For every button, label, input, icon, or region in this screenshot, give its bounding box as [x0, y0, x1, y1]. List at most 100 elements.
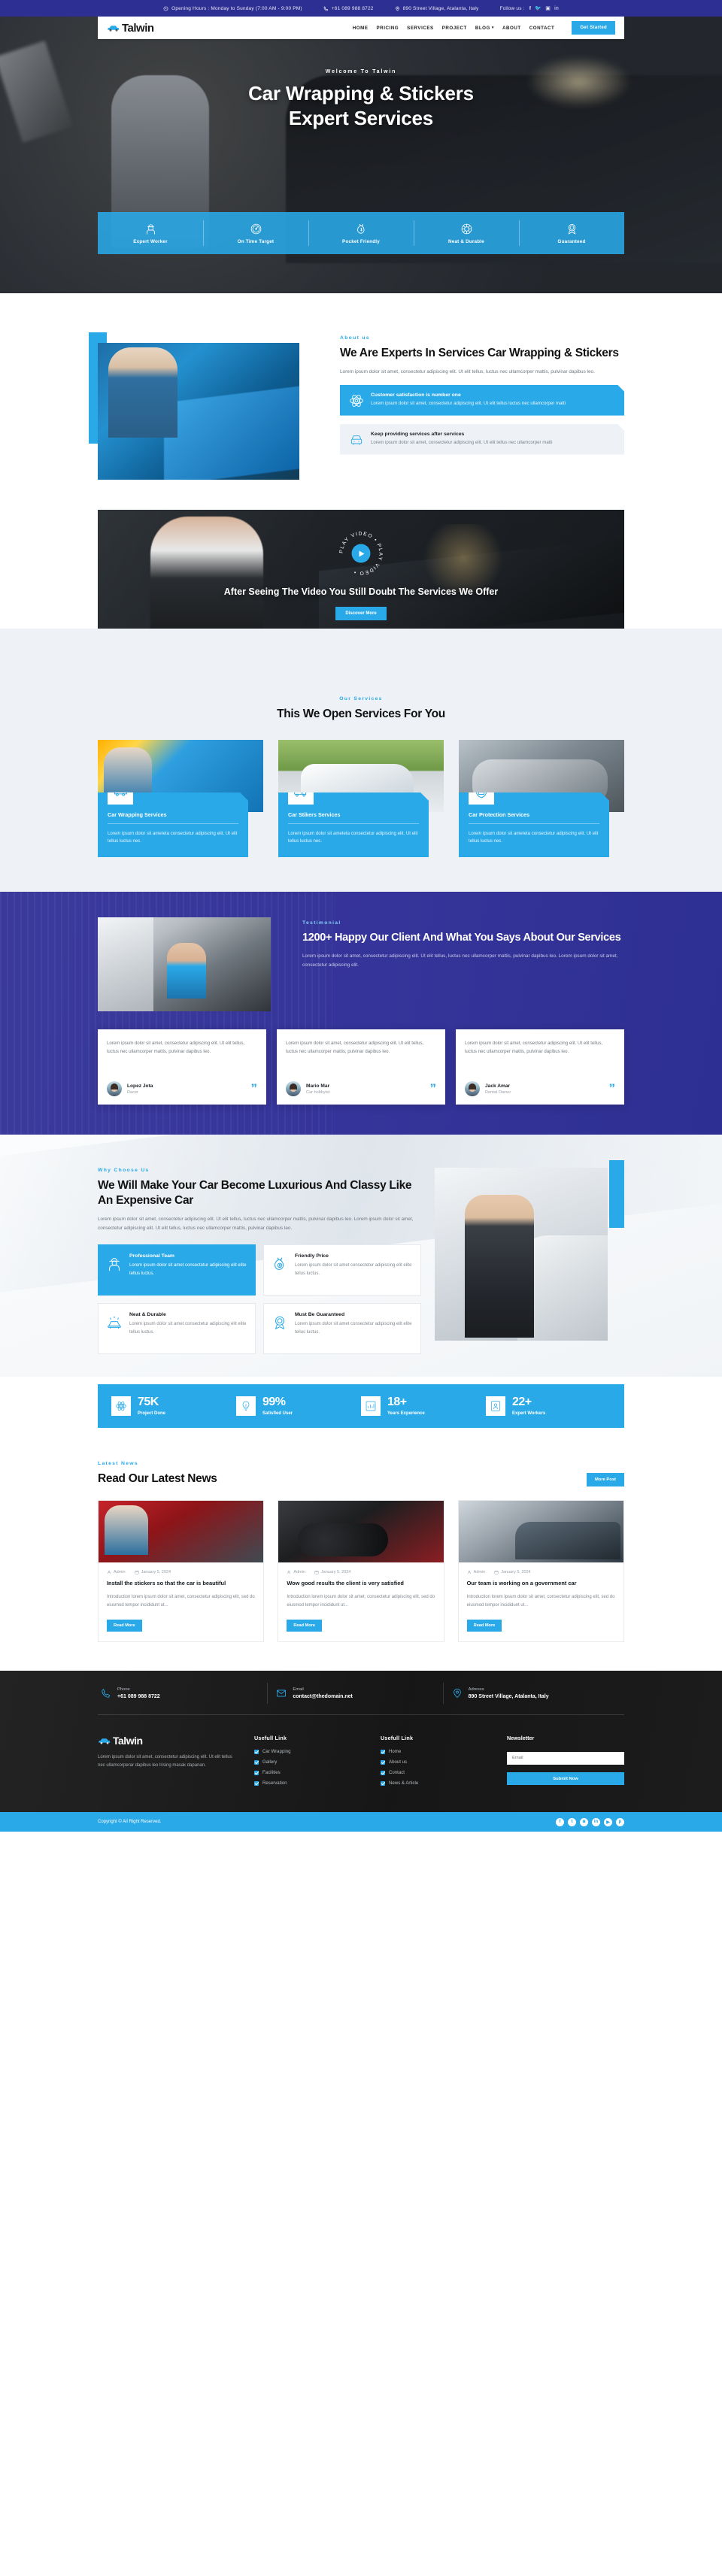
twitter-icon[interactable]: 🐦	[535, 6, 542, 11]
discover-more-button[interactable]: Discover More	[335, 607, 387, 621]
check-icon	[254, 1770, 259, 1775]
user-icon	[467, 1571, 471, 1574]
footer-link[interactable]: Car Wrapping	[254, 1749, 367, 1754]
nav-item-home[interactable]: HOME	[353, 26, 369, 31]
newsletter-submit-button[interactable]: Submit Now	[507, 1772, 624, 1786]
news-date-text: January 5, 2024	[320, 1570, 351, 1575]
about-photo-worker	[108, 347, 177, 438]
badge-icon	[275, 1317, 285, 1330]
phone-icon	[323, 5, 329, 11]
get-started-button[interactable]: Get Started	[572, 21, 615, 35]
service-card-stickers[interactable]: Car Stikers Services Lorem ipsum dolor s…	[278, 739, 444, 857]
check-icon	[381, 1770, 385, 1775]
news-card[interactable]: Admin January 5, 2024 Wow good results t…	[278, 1500, 444, 1643]
footer-logo[interactable]: Talwin	[98, 1735, 241, 1747]
about-title: We Are Experts In Services Car Wrapping …	[340, 347, 619, 359]
linkedin-icon[interactable]: in	[554, 6, 559, 11]
footer-link[interactable]: Reservation	[254, 1780, 367, 1786]
video-play-ring[interactable]: PLAY VIDEO • PLAY VIDEO •	[337, 529, 385, 577]
service-card-wrapping[interactable]: Car Wrapping Services Lorem ipsum dolor …	[98, 739, 263, 857]
why-card-friendly-price[interactable]: Friendly Price Lorem ipsum dolor sit ame…	[263, 1244, 421, 1296]
feature-pocket-friendly[interactable]: Pocket Friendly	[308, 212, 414, 254]
twitter-icon[interactable]: t	[568, 1817, 576, 1826]
footer-phone[interactable]: Phone +61 089 988 8722	[98, 1687, 273, 1699]
footer-link[interactable]: Gallery	[254, 1759, 367, 1765]
worker-badge-icon	[486, 1396, 505, 1417]
check-icon	[254, 1759, 259, 1765]
footer-link[interactable]: News & Article	[381, 1780, 493, 1786]
nav-item-pricing[interactable]: PRICING	[377, 26, 399, 31]
avatar	[107, 1081, 122, 1097]
footer-brand-col: Talwin Lorem ipsum dolor sit amet, conse…	[98, 1735, 241, 1791]
counter-value: 99%	[262, 1396, 286, 1409]
counter-years-experience: 18+ Years Experience	[361, 1396, 486, 1417]
feature-neat-durable[interactable]: Neat & Durable	[414, 212, 519, 254]
nav-label: PROJECT	[441, 25, 467, 31]
footer-contact-row: Phone +61 089 988 8722 Email contact@the…	[98, 1671, 624, 1716]
footer-link[interactable]: Facilities	[254, 1770, 367, 1775]
nav-item-project[interactable]: PROJECT	[442, 26, 467, 31]
feature-guaranteed[interactable]: Guaranteed	[519, 212, 624, 254]
topbar-follow: Follow us : 𝐟 🐦 ▣ in	[499, 6, 558, 11]
linkedin-icon[interactable]: in	[592, 1817, 600, 1826]
feature-on-time-target[interactable]: On Time Target	[203, 212, 308, 254]
pinterest-icon[interactable]: p	[616, 1817, 624, 1826]
news-card[interactable]: Admin January 5, 2024 Install the sticke…	[98, 1500, 265, 1643]
more-post-button[interactable]: More Post	[586, 1473, 624, 1487]
instagram-icon[interactable]: ◙	[580, 1817, 588, 1826]
why-card-title: Professional Team	[129, 1253, 174, 1259]
about-card-services[interactable]: Keep providing services after services L…	[340, 424, 624, 455]
why-card-title: Friendly Price	[295, 1253, 329, 1259]
news-meta: Admin January 5, 2024	[107, 1570, 255, 1574]
read-more-button[interactable]: Read More	[107, 1620, 142, 1632]
why-paragraph: Lorem ipsum dolor sit amet, consectetur …	[98, 1216, 414, 1231]
main-menu: HOME PRICING SERVICES PROJECT BLOG ▾ ABOU…	[353, 21, 615, 35]
nav-item-services[interactable]: SERVICES	[407, 26, 434, 31]
service-desc: Lorem ipsum dolor sit ameteta consectetu…	[108, 830, 238, 844]
newsletter-email-input[interactable]	[507, 1751, 624, 1765]
opening-hours-text: Opening Hours : Monday to Sunday (7:00 A…	[171, 5, 302, 11]
youtube-icon[interactable]: ▶	[604, 1817, 612, 1826]
footer-contact-value: +61 089 988 8722	[117, 1694, 160, 1700]
about-card-satisfaction[interactable]: Customer satisfaction is number one Lore…	[340, 385, 624, 416]
service-body: Car Stikers Services Lorem ipsum dolor s…	[278, 792, 429, 857]
hero-section: Talwin HOME PRICING SERVICES PROJECT BLO…	[0, 17, 722, 293]
mail-icon	[277, 1690, 287, 1697]
facebook-icon[interactable]: 𝐟	[529, 6, 532, 11]
logo-text: Talwin	[122, 21, 154, 35]
testimonial-role: Car hobbyist	[306, 1089, 330, 1095]
service-card-protection[interactable]: Car Protection Services Lorem ipsum dolo…	[459, 739, 624, 857]
counter-label: Years Experience	[387, 1411, 425, 1417]
read-more-button[interactable]: Read More	[466, 1620, 502, 1632]
why-card-guaranteed[interactable]: Must Be Guaranteed Lorem ipsum dolor sit…	[263, 1303, 421, 1355]
footer-link[interactable]: About us	[381, 1759, 493, 1765]
about-image-col	[89, 332, 323, 480]
site-logo[interactable]: Talwin	[107, 22, 154, 35]
footer-link[interactable]: Contact	[381, 1770, 493, 1775]
why-card-neat-durable[interactable]: Neat & Durable Lorem ipsum dolor sit ame…	[98, 1303, 256, 1355]
read-more-button[interactable]: Read More	[287, 1620, 322, 1632]
feature-expert-worker[interactable]: Expert Worker	[98, 212, 203, 254]
topbar-phone[interactable]: +61 089 988 8722	[323, 6, 374, 11]
why-card-professional-team[interactable]: Professional Team Lorem ipsum dolor sit …	[98, 1244, 256, 1296]
nav-item-blog[interactable]: BLOG ▾	[475, 26, 494, 31]
nav-item-about[interactable]: ABOUT	[502, 26, 521, 31]
divider	[108, 823, 238, 824]
counter-label: Expert Workers	[512, 1411, 546, 1417]
news-author-text: Admin	[473, 1570, 486, 1575]
car-front-icon	[349, 432, 364, 447]
topbar-social-links[interactable]: 𝐟 🐦 ▣ in	[529, 6, 559, 11]
footer-link-label: Facilities	[262, 1770, 281, 1776]
money-bag-icon	[275, 1258, 284, 1271]
video-section: PLAY VIDEO • PLAY VIDEO • After Seeing T…	[0, 510, 722, 629]
nav-item-contact[interactable]: CONTACT	[529, 26, 555, 31]
worker-icon	[146, 223, 155, 235]
footer-link-label: Reservation	[262, 1780, 287, 1787]
play-button[interactable]	[351, 544, 371, 563]
footer-email[interactable]: Email contact@thedomain.net	[267, 1683, 448, 1705]
facebook-icon[interactable]: f	[556, 1817, 564, 1826]
counter-bar: 75K Project Done 99% Satisfied User 18+ …	[98, 1384, 624, 1429]
instagram-icon[interactable]: ▣	[545, 6, 551, 11]
footer-link[interactable]: Home	[381, 1749, 493, 1754]
news-card[interactable]: Admin January 5, 2024 Our team is workin…	[457, 1500, 624, 1643]
